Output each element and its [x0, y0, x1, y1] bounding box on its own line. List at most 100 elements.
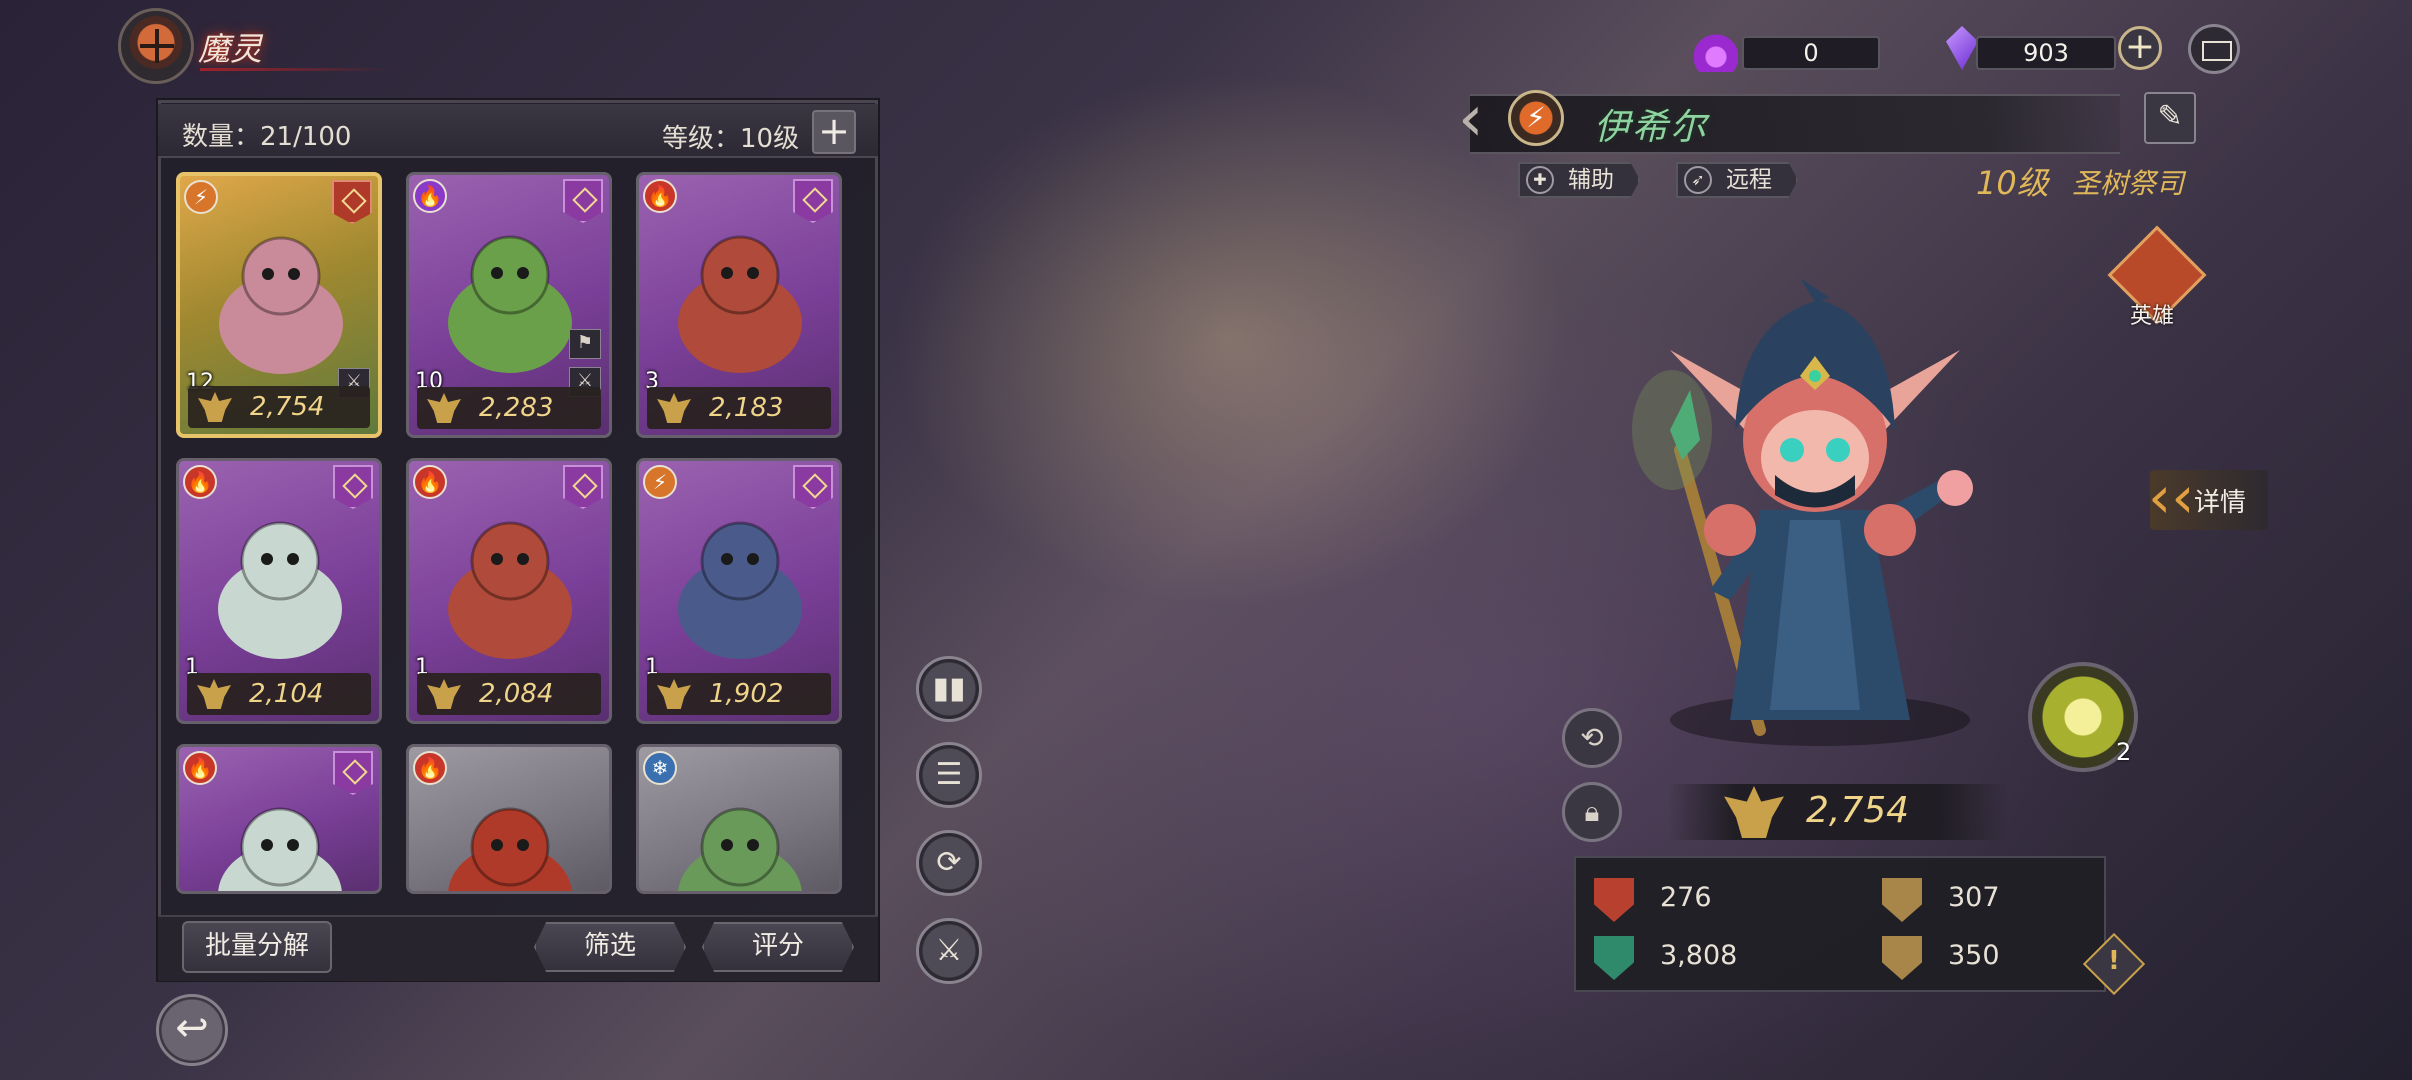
- feather-pen-icon: ✎: [2157, 99, 2183, 134]
- creature-power: 2,283: [479, 393, 554, 423]
- previous-hero-chevron-icon[interactable]: ‹: [1458, 86, 1514, 156]
- detail-label: 详情: [2194, 488, 2247, 518]
- creature-power: 2,084: [479, 679, 554, 709]
- hero-name: 伊希尔: [1594, 107, 1709, 148]
- creature-portrait: [218, 807, 342, 891]
- back-arrow-icon: ↩: [175, 1005, 209, 1051]
- role-tag-label: 辅助: [1568, 167, 1614, 193]
- support-icon: ✚: [1526, 166, 1554, 194]
- rename-button[interactable]: ✎: [2144, 92, 2196, 144]
- fire-element-icon: 🔥: [183, 751, 217, 785]
- creature-card[interactable]: 🔥 3 2,183: [636, 172, 842, 438]
- fire-element-icon: 🔥: [413, 751, 447, 785]
- stat-defense: 307: [1948, 882, 2000, 913]
- hero-class: 圣树祭司: [2072, 167, 2185, 200]
- back-button[interactable]: ↩: [156, 994, 228, 1066]
- creature-power: 1,902: [709, 679, 784, 709]
- creature-power-bar: 2,183: [647, 387, 831, 429]
- creature-power-bar: 2,754: [188, 386, 370, 428]
- creature-portrait: [218, 521, 342, 659]
- collection-level: 等级：10级: [662, 124, 800, 154]
- detail-chevron-icon: ‹‹: [2148, 463, 2195, 531]
- hero-rarity-label: 英雄: [2130, 304, 2175, 329]
- lightning-element-icon: ⚡: [1508, 90, 1564, 146]
- soul-fire-icon: [1694, 22, 1738, 72]
- recycle-icon: ⟳: [936, 845, 962, 880]
- creature-power: 2,183: [709, 393, 784, 423]
- codex-button[interactable]: ☰: [916, 742, 982, 808]
- fire-element-icon: 🔥: [643, 179, 677, 213]
- power-crest-icon: [197, 679, 231, 709]
- creature-card[interactable]: 🔥 10 ⚑ ⚔ 2,283: [406, 172, 612, 438]
- level-upgrade-button[interactable]: +: [812, 110, 856, 154]
- plus-icon: +: [2124, 26, 2156, 67]
- creature-card[interactable]: ⚡ 1 1,902: [636, 458, 842, 724]
- creature-portrait: [219, 236, 343, 374]
- sort-button[interactable]: 评分: [702, 922, 854, 972]
- role-tag: ✚ 辅助: [1518, 162, 1640, 198]
- hero-power: 2,754: [1806, 790, 1910, 831]
- refresh-icon: ⟲: [1580, 721, 1604, 754]
- creature-card[interactable]: 🔥 1 2,084: [406, 458, 612, 724]
- creature-power: 2,754: [250, 392, 325, 422]
- title-underline: [200, 68, 390, 71]
- creature-power: 2,104: [249, 679, 324, 709]
- exclamation-icon: !: [2108, 946, 2120, 976]
- fire-element-icon: 🔥: [183, 465, 217, 499]
- battle-button[interactable]: ⚔: [916, 918, 982, 984]
- creature-portrait: [448, 807, 572, 891]
- hero-portrait: [1632, 280, 1973, 746]
- refresh-hero-button[interactable]: ⟲: [1562, 708, 1622, 768]
- batch-decompose-button[interactable]: 批量分解: [182, 921, 332, 973]
- power-crest-icon: [427, 393, 461, 423]
- lightning-element-icon: ⚡: [184, 180, 218, 214]
- creature-power-bar: 2,084: [417, 673, 601, 715]
- creature-power-bar: 2,283: [417, 387, 601, 429]
- creature-card[interactable]: 🔥: [406, 744, 612, 894]
- range-tag: ➶ 远程: [1676, 162, 1798, 198]
- ranking-button[interactable]: ▮▮: [916, 656, 982, 722]
- power-crest-icon: [657, 679, 691, 709]
- filter-button[interactable]: 筛选: [534, 922, 686, 972]
- fire-element-icon: 🔥: [413, 465, 447, 499]
- book-icon: ☰: [935, 757, 963, 792]
- lock-button[interactable]: 🔒︎: [1562, 782, 1622, 842]
- hero-stats-panel: [1574, 856, 2106, 992]
- poison-element-icon: 🔥: [413, 179, 447, 213]
- collection-emblem-icon: [118, 8, 194, 84]
- skill-count: 2: [2116, 738, 2132, 766]
- reset-button[interactable]: ⟳: [916, 830, 982, 896]
- creature-card[interactable]: 🔥: [176, 744, 382, 894]
- stat-speed: 350: [1948, 940, 2000, 971]
- creature-portrait: [448, 235, 572, 373]
- gem-icon: [1946, 26, 1978, 70]
- creature-card[interactable]: 🔥 1 2,104: [176, 458, 382, 724]
- creature-portrait: [678, 521, 802, 659]
- power-crest-icon: [198, 392, 232, 422]
- creature-portrait: [678, 235, 802, 373]
- power-crest-icon: [427, 679, 461, 709]
- creature-card[interactable]: ❄: [636, 744, 842, 894]
- lightning-element-icon: ⚡: [643, 465, 677, 499]
- gem-amount: 903: [1976, 36, 2116, 70]
- add-gems-button[interactable]: +: [2118, 26, 2162, 70]
- flag-icon: ⚑: [569, 329, 601, 359]
- creature-portrait: [448, 521, 572, 659]
- hero-name-banner: [1470, 94, 2120, 154]
- ice-element-icon: ❄: [643, 751, 677, 785]
- ranged-icon: ➶: [1684, 166, 1712, 194]
- stat-health: 3,808: [1660, 940, 1738, 971]
- power-crest-icon: [657, 393, 691, 423]
- creature-power-bar: 2,104: [187, 673, 371, 715]
- page-title: 魔灵: [198, 30, 263, 68]
- mail-icon[interactable]: [2188, 24, 2240, 74]
- crossed-swords-icon: ⚔: [935, 933, 963, 968]
- hero-level: 10级: [1976, 164, 2049, 202]
- lock-icon: 🔒︎: [1584, 795, 1600, 828]
- stat-attack: 276: [1660, 882, 1712, 913]
- creature-power-bar: 1,902: [647, 673, 831, 715]
- creature-card[interactable]: ⚡ 12 ⚔ 2,754: [176, 172, 382, 438]
- collection-count: 数量：21/100: [182, 122, 352, 152]
- soul-fire-amount: 0: [1742, 36, 1880, 70]
- creature-portrait: [678, 807, 802, 891]
